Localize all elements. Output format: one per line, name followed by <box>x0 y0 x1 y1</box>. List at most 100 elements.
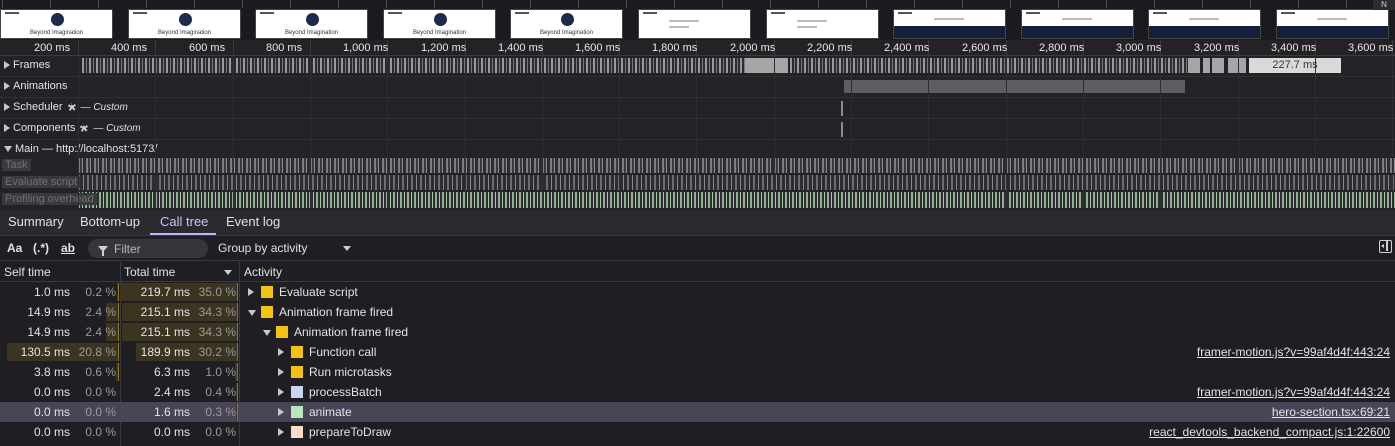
screenshot-thumbnail[interactable] <box>1276 9 1389 39</box>
activity-name: Function call <box>309 345 377 359</box>
ruler-tick-label: 400 ms <box>111 42 148 54</box>
table-row[interactable]: 1.0 ms 0.2 % 219.7 ms 35.0 % Evaluate script <box>0 282 1395 302</box>
frame-long[interactable] <box>1188 58 1200 73</box>
thumbnail-caption: Beyond Imagination <box>29 30 84 36</box>
thumbnail-header <box>1153 12 1167 14</box>
grid-line <box>774 56 775 210</box>
table-row[interactable]: 0.0 ms 0.0 % 0.0 ms 0.0 % prepareToDraw react… <box>0 422 1395 442</box>
grid-line <box>542 56 543 210</box>
main-row-evaluate-script[interactable]: Evaluate script <box>0 175 1395 191</box>
table-row[interactable]: 14.9 ms 2.4 % 215.1 ms 34.3 % Animation fram… <box>0 302 1395 322</box>
filter-input[interactable] <box>114 241 204 256</box>
self-time-percent: 0.2 % <box>85 285 116 299</box>
activity-name: processBatch <box>309 385 382 399</box>
collapse-arrow-icon[interactable] <box>263 330 271 336</box>
match-case-button[interactable]: Aa <box>7 241 22 255</box>
animation-bar[interactable] <box>844 80 1185 93</box>
thumbnail-dark-band <box>1022 26 1133 38</box>
track-frames[interactable]: Frames 227.7 ms <box>0 56 1395 77</box>
tab-call-tree[interactable]: Call tree <box>160 214 208 229</box>
screenshot-thumbnail[interactable] <box>893 9 1006 39</box>
thumbnail-header <box>260 12 274 14</box>
screenshot-thumbnail[interactable]: Beyond Imagination <box>383 9 496 39</box>
screenshot-thumbnail[interactable] <box>1148 9 1261 39</box>
ruler-tick-label: 3,000 ms <box>1116 42 1162 54</box>
filter-field[interactable] <box>88 239 208 258</box>
group-by-dropdown[interactable]: Group by activity <box>218 241 352 255</box>
tab-bottom-up[interactable]: Bottom-up <box>80 214 140 229</box>
overview-tick <box>434 0 435 8</box>
screenshot-thumbnail[interactable]: Beyond Imagination <box>510 9 623 39</box>
screenshot-thumbnail[interactable]: Beyond Imagination <box>128 9 241 39</box>
track-components[interactable]: Components — Custom <box>0 119 1395 140</box>
screenshot-thumbnail[interactable] <box>638 9 751 39</box>
overview-tick <box>1346 0 1347 8</box>
track-scheduler[interactable]: Scheduler — Custom <box>0 98 1395 119</box>
header-total-time[interactable]: Total time <box>124 265 175 279</box>
expand-arrow-icon[interactable] <box>4 61 10 69</box>
screenshot-thumbnail[interactable] <box>1021 9 1134 39</box>
tab-summary[interactable]: Summary <box>8 214 64 229</box>
thumbnail-text-line <box>797 20 827 22</box>
table-row[interactable]: 3.8 ms 0.6 % 6.3 ms 1.0 % Run microtasks <box>0 362 1395 382</box>
collapse-arrow-icon[interactable] <box>248 310 256 316</box>
frame-long[interactable] <box>1212 58 1224 73</box>
table-row[interactable]: 130.5 ms 20.8 % 189.9 ms 30.2 % Function cal… <box>0 342 1395 362</box>
expand-arrow-icon[interactable] <box>4 82 10 90</box>
table-row[interactable]: 0.0 ms 0.0 % 2.4 ms 0.4 % processBatch framer… <box>0 382 1395 402</box>
screenshot-thumbnail[interactable] <box>766 9 879 39</box>
header-self-time[interactable]: Self time <box>4 265 51 279</box>
main-thread-activity[interactable] <box>78 175 1395 190</box>
frame-long[interactable] <box>1228 58 1246 73</box>
overview-tick <box>1202 0 1203 8</box>
frames-strip[interactable] <box>82 58 745 73</box>
collapse-arrow-icon[interactable] <box>4 146 12 152</box>
source-link[interactable]: framer-motion.js?v=99af4d4f:443:24 <box>1197 345 1390 359</box>
main-thread-activity[interactable] <box>78 158 1395 173</box>
expand-arrow-icon[interactable] <box>278 368 284 376</box>
frame-long[interactable] <box>745 58 788 73</box>
expand-arrow-icon[interactable] <box>278 428 284 436</box>
thumbnail-text-line <box>1317 18 1347 20</box>
screenshot-thumbnail[interactable]: Beyond Imagination <box>255 9 368 39</box>
screenshot-thumbnail[interactable]: Beyond Imagination <box>0 9 113 39</box>
frame-selected[interactable]: 227.7 ms <box>1249 58 1341 73</box>
source-link[interactable]: hero-section.tsx:69:21 <box>1272 405 1390 419</box>
source-link[interactable]: react_devtools_backend_compact.js:1:2260… <box>1149 425 1390 439</box>
source-link[interactable]: framer-motion.js?v=99af4d4f:443:24 <box>1197 385 1390 399</box>
sidebar-toggle-icon[interactable] <box>1379 240 1392 253</box>
expand-arrow-icon[interactable] <box>4 124 10 132</box>
ruler-tick-label: 3,400 ms <box>1271 42 1317 54</box>
table-row[interactable]: 0.0 ms 0.0 % 1.6 ms 0.3 % animate hero-sectio… <box>0 402 1395 422</box>
frames-strip[interactable] <box>790 58 1188 73</box>
expand-arrow-icon[interactable] <box>248 288 254 296</box>
tab-event-log[interactable]: Event log <box>226 214 280 229</box>
performance-timeline[interactable]: Beyond Imagination Beyond Imagination Beyo… <box>0 0 1395 210</box>
overview-tick <box>290 0 291 8</box>
expand-arrow-icon[interactable] <box>278 388 284 396</box>
details-panel: Summary Bottom-up Call tree Event log Aa… <box>0 210 1395 446</box>
main-row-task[interactable]: Task <box>0 158 1395 174</box>
category-color-swatch <box>261 286 273 298</box>
grid-line <box>1083 56 1084 210</box>
whole-word-button[interactable]: ab <box>61 241 75 255</box>
components-mark[interactable] <box>841 122 843 137</box>
total-time-percent: 1.0 % <box>205 365 236 379</box>
logo-icon <box>305 13 319 26</box>
track-animations[interactable]: Animations <box>0 77 1395 98</box>
scheduler-mark[interactable] <box>841 101 843 116</box>
time-ruler[interactable]: 200 ms 400 ms 600 ms 800 ms 1,000 ms 1,200 ms… <box>0 40 1395 56</box>
main-row-profiling[interactable]: Profiling overhead <box>0 192 1395 208</box>
table-row[interactable]: 14.9 ms 2.4 % 215.1 ms 34.3 % Animation fram… <box>0 322 1395 342</box>
frame-long[interactable] <box>1203 58 1210 73</box>
expand-arrow-icon[interactable] <box>278 348 284 356</box>
total-time-percent: 34.3 % <box>198 305 236 319</box>
header-activity[interactable]: Activity <box>244 265 282 279</box>
main-thread-activity[interactable] <box>78 192 1395 208</box>
expand-arrow-icon[interactable] <box>278 408 284 416</box>
main-row-label: Evaluate script <box>2 176 81 188</box>
screenshot-overview-strip[interactable]: Beyond Imagination Beyond Imagination Beyo… <box>0 0 1395 40</box>
ruler-tick-label: 3,600 ms <box>1348 42 1394 54</box>
expand-arrow-icon[interactable] <box>4 103 10 111</box>
regex-button[interactable]: (.*) <box>33 241 49 255</box>
